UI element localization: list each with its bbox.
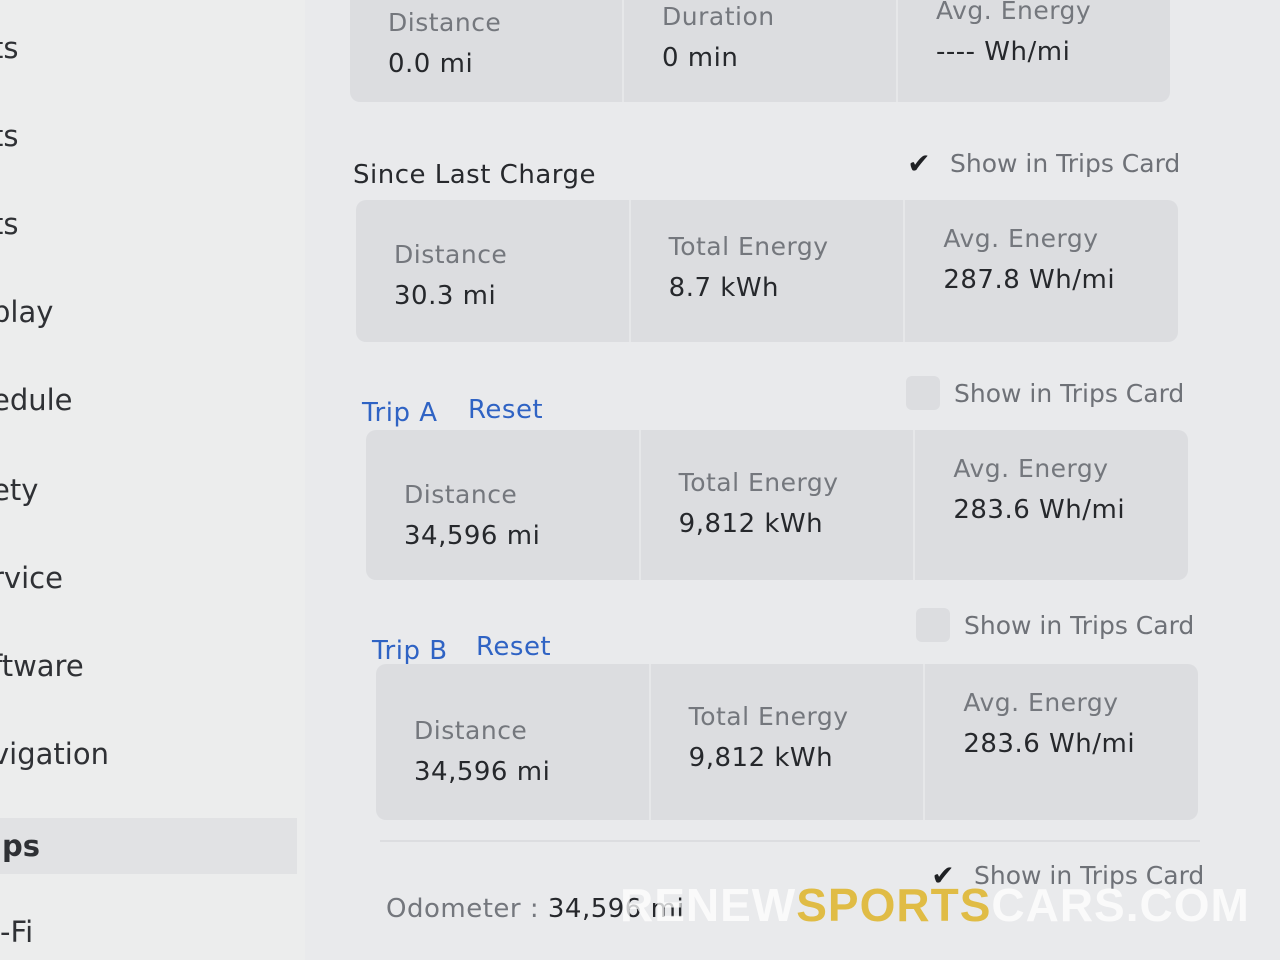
since-last-charge-title: Since Last Charge — [353, 160, 596, 190]
sidebar-item-safety[interactable]: ety — [0, 462, 297, 518]
sidebar-item-navigation[interactable]: vigation — [0, 726, 297, 782]
avg-energy-cell: Avg. Energy 287.8 Wh/mi — [903, 200, 1178, 342]
avg-energy-value: ---- Wh/mi — [936, 37, 1071, 67]
duration-value: 0 min — [662, 43, 739, 73]
distance-value: 34,596 mi — [414, 757, 551, 787]
watermark-part-1: RENEW — [620, 879, 797, 931]
avg-energy-value: 283.6 Wh/mi — [953, 495, 1126, 525]
avg-energy-cell: Avg. Energy 283.6 Wh/mi — [913, 430, 1188, 580]
distance-value: 34,596 mi — [404, 521, 541, 551]
trip-b-reset-button[interactable]: Reset — [476, 632, 551, 662]
trip-a-show-toggle[interactable]: Show in Trips Card — [906, 376, 1184, 410]
avg-energy-cell: Avg. Energy ---- Wh/mi — [896, 0, 1170, 102]
total-energy-label: Total Energy — [678, 468, 839, 497]
total-energy-value: 8.7 kWh — [668, 273, 780, 303]
avg-energy-label: Avg. Energy — [963, 688, 1119, 717]
sidebar-item-service[interactable]: rvice — [0, 550, 297, 606]
sidebar-item-wifi[interactable]: i-Fi — [0, 904, 297, 960]
watermark-logo: RENEWSPORTSCARS.COM — [620, 878, 1250, 932]
odometer-label: Odometer : — [386, 894, 540, 924]
sidebar-item-trips[interactable]: ips — [0, 818, 297, 874]
trip-a-reset-button[interactable]: Reset — [468, 395, 543, 425]
trip-a-title: Trip A — [362, 398, 438, 428]
sidebar-item-display[interactable]: play — [0, 284, 297, 340]
trip-b-show-toggle[interactable]: Show in Trips Card — [916, 608, 1194, 642]
sidebar-item-software[interactable]: ftware — [0, 638, 297, 694]
total-energy-value: 9,812 kWh — [688, 743, 834, 773]
duration-label: Duration — [662, 2, 775, 31]
total-energy-cell: Total Energy 9,812 kWh — [648, 664, 924, 820]
since-last-charge-show-toggle[interactable]: ✔ Show in Trips Card — [902, 146, 1180, 180]
distance-label: Distance — [388, 8, 502, 37]
watermark-part-2: SPORTS — [796, 879, 992, 931]
checkmark-icon: ✔ — [907, 146, 931, 180]
settings-sidebar: ts ts ts play edule ety rvice ftware vig… — [0, 0, 305, 960]
since-last-charge-checkbox[interactable]: ✔ — [902, 146, 936, 180]
sidebar-item-1[interactable]: ts — [0, 20, 297, 76]
sidebar-item-2[interactable]: ts — [0, 108, 297, 164]
avg-energy-label: Avg. Energy — [953, 454, 1109, 483]
avg-energy-label: Avg. Energy — [936, 0, 1092, 25]
trip-b-checkbox[interactable] — [916, 608, 950, 642]
total-energy-label: Total Energy — [668, 232, 829, 261]
avg-energy-cell: Avg. Energy 283.6 Wh/mi — [923, 664, 1198, 820]
trip-a-card: Distance 34,596 mi Total Energy 9,812 kW… — [366, 430, 1188, 580]
avg-energy-label: Avg. Energy — [943, 224, 1099, 253]
distance-cell: Distance 34,596 mi — [366, 430, 639, 580]
distance-label: Distance — [394, 240, 508, 269]
trips-panel: Distance 0.0 mi Duration 0 min Avg. Ener… — [340, 0, 1280, 960]
since-last-charge-card: Distance 30.3 mi Total Energy 8.7 kWh Av… — [356, 200, 1178, 342]
trip-b-card: Distance 34,596 mi Total Energy 9,812 kW… — [376, 664, 1198, 820]
avg-energy-value: 287.8 Wh/mi — [943, 265, 1116, 295]
distance-label: Distance — [414, 716, 528, 745]
trip-b-title: Trip B — [372, 636, 448, 666]
total-energy-cell: Total Energy 9,812 kWh — [638, 430, 914, 580]
total-energy-label: Total Energy — [688, 702, 849, 731]
show-in-trips-card-label: Show in Trips Card — [954, 378, 1185, 408]
section-divider — [380, 840, 1200, 842]
distance-cell: Distance 0.0 mi — [350, 0, 622, 102]
watermark-part-3: CARS.COM — [991, 879, 1250, 931]
show-in-trips-card-label: Show in Trips Card — [964, 610, 1195, 640]
sidebar-item-3[interactable]: ts — [0, 196, 297, 252]
total-energy-cell: Total Energy 8.7 kWh — [628, 200, 904, 342]
duration-cell: Duration 0 min — [622, 0, 896, 102]
avg-energy-value: 283.6 Wh/mi — [963, 729, 1136, 759]
distance-cell: Distance 34,596 mi — [376, 664, 649, 820]
sidebar-item-schedule[interactable]: edule — [0, 372, 297, 428]
trip-a-checkbox[interactable] — [906, 376, 940, 410]
current-drive-card: Distance 0.0 mi Duration 0 min Avg. Ener… — [350, 0, 1170, 102]
distance-label: Distance — [404, 480, 518, 509]
distance-value: 30.3 mi — [394, 281, 497, 311]
total-energy-value: 9,812 kWh — [678, 509, 824, 539]
distance-value: 0.0 mi — [388, 49, 474, 79]
distance-cell: Distance 30.3 mi — [356, 200, 629, 342]
show-in-trips-card-label: Show in Trips Card — [950, 148, 1181, 178]
